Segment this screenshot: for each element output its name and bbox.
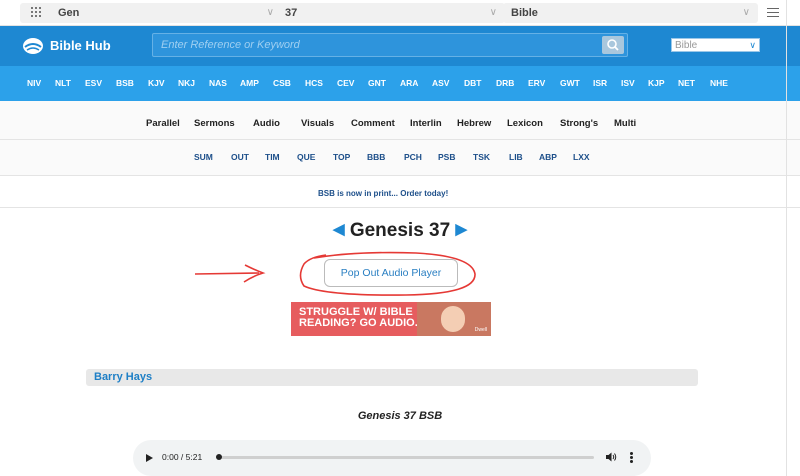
nav-hebrew[interactable]: Hebrew bbox=[457, 118, 491, 129]
version-link[interactable]: CEV bbox=[337, 78, 354, 88]
prev-chapter-arrow-icon[interactable]: ◀ bbox=[333, 221, 345, 238]
version-link[interactable]: KJV bbox=[148, 78, 165, 88]
nav-pch[interactable]: PCH bbox=[404, 152, 422, 162]
nav-lexicon[interactable]: Lexicon bbox=[507, 118, 543, 129]
study-tools-nav: Parallel Sermons Audio Visuals Comment I… bbox=[0, 101, 800, 140]
nav-lxx[interactable]: LXX bbox=[573, 152, 590, 162]
version-select[interactable]: Bible ∨ bbox=[671, 38, 760, 52]
audio-player: 0:00 / 5:21 bbox=[133, 440, 651, 476]
secondary-nav: SUM OUT TIM QUE TOP BBB PCH PSB TSK LIB … bbox=[0, 140, 800, 176]
notice-bar: BSB is now in print... Order today! bbox=[0, 176, 800, 208]
print-notice-link[interactable]: BSB is now in print... Order today! bbox=[318, 189, 448, 198]
annotation-arrow-icon bbox=[194, 264, 266, 283]
nav-out[interactable]: OUT bbox=[231, 152, 249, 162]
audio-time: 0:00 / 5:21 bbox=[162, 452, 203, 462]
nav-parallel[interactable]: Parallel bbox=[146, 118, 180, 129]
chevron-down-icon: ∨ bbox=[742, 7, 750, 18]
nav-sermons[interactable]: Sermons bbox=[194, 118, 235, 129]
version-link[interactable]: CSB bbox=[273, 78, 291, 88]
more-options-icon[interactable] bbox=[630, 452, 634, 463]
version-link[interactable]: DRB bbox=[496, 78, 514, 88]
search-button[interactable] bbox=[602, 36, 624, 54]
resource-select-value: Bible bbox=[511, 7, 538, 19]
nav-multi[interactable]: Multi bbox=[614, 118, 636, 129]
chevron-down-icon: ∨ bbox=[489, 7, 497, 18]
versions-bar: NIV NLT ESV BSB KJV NKJ NAS AMP CSB HCS … bbox=[0, 66, 800, 101]
bible-hub-logo-icon bbox=[23, 38, 43, 54]
audio-title: Genesis 37 BSB bbox=[357, 410, 443, 422]
search-icon bbox=[607, 39, 619, 51]
site-header: Bible Hub Bible ∨ bbox=[0, 26, 800, 66]
nav-visuals[interactable]: Visuals bbox=[301, 118, 334, 129]
version-link[interactable]: ISV bbox=[621, 78, 635, 88]
book-select[interactable]: Gen ∨ bbox=[20, 3, 282, 23]
nav-lib[interactable]: LIB bbox=[509, 152, 523, 162]
audio-progress-slider[interactable] bbox=[216, 454, 594, 460]
resource-select[interactable]: Bible ∨ bbox=[503, 3, 758, 23]
version-link[interactable]: GNT bbox=[368, 78, 386, 88]
commentator-name-link[interactable]: Barry Hays bbox=[86, 369, 698, 386]
chevron-down-icon: ∨ bbox=[749, 40, 756, 50]
nav-strongs[interactable]: Strong's bbox=[560, 118, 598, 129]
version-select-value: Bible bbox=[675, 40, 698, 51]
version-link[interactable]: HCS bbox=[305, 78, 323, 88]
version-link[interactable]: DBT bbox=[464, 78, 481, 88]
nav-bbb[interactable]: BBB bbox=[367, 152, 385, 162]
version-link[interactable]: KJP bbox=[648, 78, 665, 88]
volume-icon[interactable] bbox=[605, 451, 617, 463]
nav-tim[interactable]: TIM bbox=[265, 152, 280, 162]
version-link[interactable]: ASV bbox=[432, 78, 449, 88]
version-link[interactable]: NET bbox=[678, 78, 695, 88]
book-select-value: Gen bbox=[58, 7, 80, 19]
banner-tag: Dwell bbox=[474, 327, 487, 333]
nav-que[interactable]: QUE bbox=[297, 152, 315, 162]
play-icon[interactable] bbox=[146, 454, 153, 462]
top-selector-bar: Gen ∨ 37 ∨ Bible ∨ bbox=[0, 0, 800, 26]
version-link[interactable]: ARA bbox=[400, 78, 418, 88]
chapter-title: Genesis 37 bbox=[349, 220, 451, 241]
nav-psb[interactable]: PSB bbox=[438, 152, 455, 162]
version-link[interactable]: ISR bbox=[593, 78, 607, 88]
audio-promo-banner[interactable]: STRUGGLE W/ BIBLE READING? GO AUDIO. Dwe… bbox=[291, 302, 491, 336]
chapter-select-value: 37 bbox=[285, 7, 298, 19]
grid-icon bbox=[31, 7, 42, 18]
version-link[interactable]: BSB bbox=[116, 78, 134, 88]
pop-out-audio-player-button[interactable]: Pop Out Audio Player bbox=[324, 259, 458, 287]
version-link[interactable]: AMP bbox=[240, 78, 259, 88]
version-link[interactable]: ESV bbox=[85, 78, 102, 88]
version-link[interactable]: NKJ bbox=[178, 78, 195, 88]
chapter-select[interactable]: 37 ∨ bbox=[277, 3, 505, 23]
site-logo[interactable]: Bible Hub bbox=[22, 35, 111, 57]
nav-comment[interactable]: Comment bbox=[351, 118, 395, 129]
nav-abp[interactable]: ABP bbox=[539, 152, 557, 162]
hamburger-menu-icon[interactable] bbox=[767, 8, 779, 17]
banner-text: STRUGGLE W/ BIBLE READING? GO AUDIO. bbox=[299, 306, 418, 329]
site-name: Bible Hub bbox=[50, 38, 111, 53]
next-chapter-arrow-icon[interactable]: ▶ bbox=[455, 221, 467, 238]
chapter-heading: ◀ Genesis 37 ▶ bbox=[0, 220, 800, 242]
version-link[interactable]: NIV bbox=[27, 78, 41, 88]
version-link[interactable]: ERV bbox=[528, 78, 545, 88]
search-input[interactable] bbox=[153, 34, 593, 56]
progress-thumb[interactable] bbox=[216, 454, 222, 460]
nav-audio[interactable]: Audio bbox=[253, 118, 280, 129]
nav-top[interactable]: TOP bbox=[333, 152, 350, 162]
nav-interlin[interactable]: Interlin bbox=[410, 118, 442, 129]
version-link[interactable]: GWT bbox=[560, 78, 580, 88]
version-link[interactable]: NAS bbox=[209, 78, 227, 88]
nav-sum[interactable]: SUM bbox=[194, 152, 213, 162]
version-link[interactable]: NLT bbox=[55, 78, 71, 88]
version-link[interactable]: NHE bbox=[710, 78, 728, 88]
search-box bbox=[152, 33, 628, 57]
chevron-down-icon: ∨ bbox=[266, 7, 274, 18]
nav-tsk[interactable]: TSK bbox=[473, 152, 490, 162]
